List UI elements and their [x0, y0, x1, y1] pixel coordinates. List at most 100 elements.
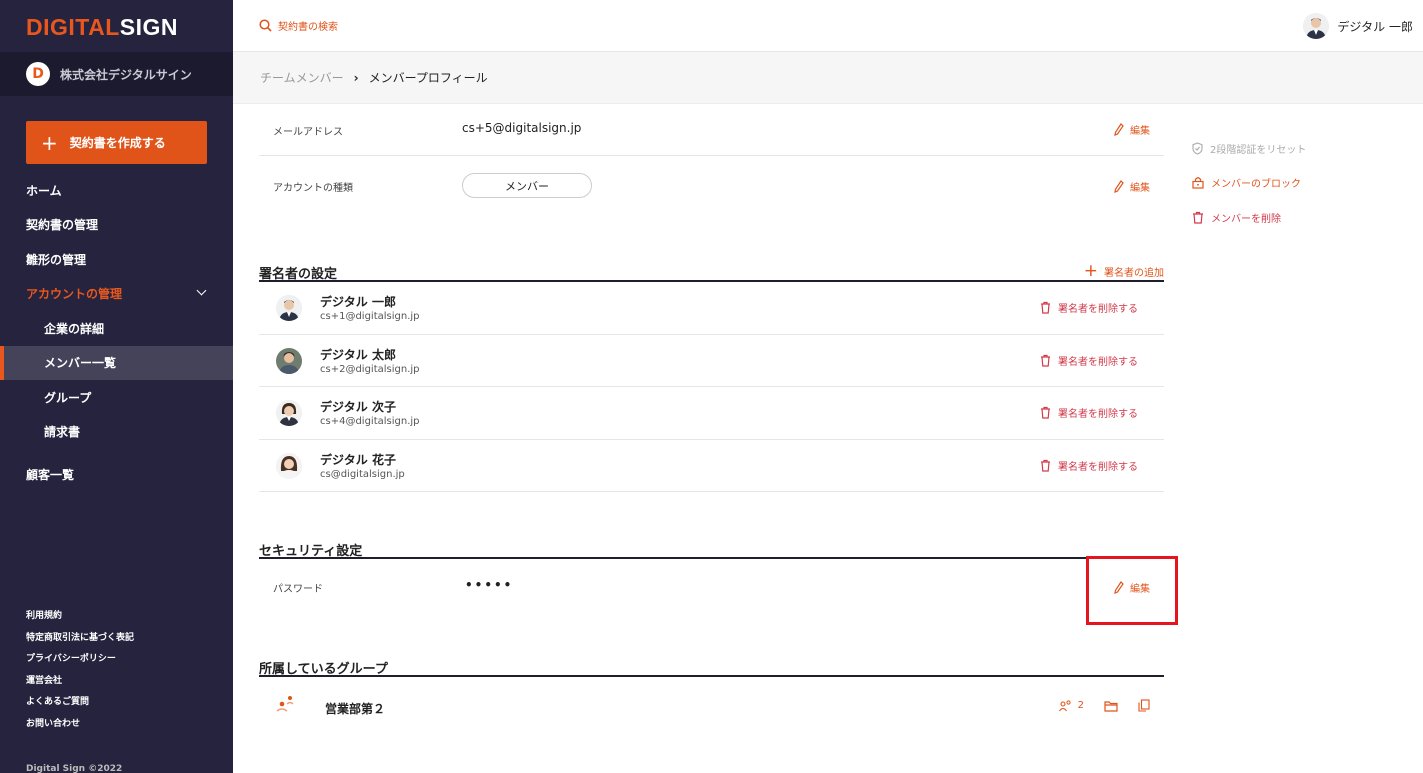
contract-search[interactable]: 契約書の検索: [259, 18, 338, 33]
search-label: 契約書の検索: [278, 22, 338, 33]
sidebar-item-account[interactable]: アカウントの管理: [0, 277, 233, 312]
sidebar-item-home[interactable]: ホーム: [0, 173, 233, 208]
app-logo[interactable]: DIGITALSIGN: [26, 14, 178, 41]
edit-account-type-button[interactable]: 編集: [1114, 179, 1150, 194]
folder-icon: [1104, 700, 1118, 712]
footer-link-faq[interactable]: よくあるご質問: [26, 694, 134, 716]
sidebar-item-members[interactable]: メンバー一覧: [0, 345, 233, 380]
lock-icon: [1192, 177, 1204, 189]
footer-link-commercial-law[interactable]: 特定商取引法に基づく表記: [26, 630, 134, 652]
pencil-icon: [1114, 180, 1124, 193]
create-contract-button[interactable]: + 契約書を作成する: [26, 121, 207, 164]
plus-icon: +: [1083, 261, 1098, 281]
remove-signer-label: 署名者を削除する: [1058, 304, 1138, 315]
group-members-button[interactable]: 2: [1058, 699, 1084, 712]
password-row: パスワード ••••• 編集: [259, 559, 1164, 615]
footer-links: 利用規約 特定商取引法に基づく表記 プライバシーポリシー 運営会社 よくあるご質…: [26, 608, 134, 737]
signer-name: デジタル 花子: [320, 452, 396, 467]
avatar: [276, 295, 302, 321]
sidebar-item-invoices[interactable]: 請求書: [0, 415, 233, 450]
user-menu[interactable]: デジタル 一郎: [1303, 13, 1413, 39]
trash-icon: [1041, 406, 1050, 419]
sidebar-item-company-details[interactable]: 企業の詳細: [0, 311, 233, 346]
user-avatar-icon: [1303, 13, 1330, 39]
signer-row: デジタル 次子 cs+4@digitalsign.jp 署名者を削除する: [259, 387, 1164, 440]
signer-name: デジタル 次子: [320, 400, 396, 414]
remove-signer-label: 署名者を削除する: [1058, 409, 1138, 420]
trash-icon: [1041, 354, 1050, 367]
sidebar-item-customers[interactable]: 顧客一覧: [0, 457, 233, 492]
email-row: メールアドレス cs+5@digitalsign.jp 編集: [259, 104, 1164, 155]
create-contract-label: 契約書を作成する: [69, 136, 166, 150]
delete-member-button[interactable]: メンバーを削除: [1192, 200, 1306, 235]
avatar: [1303, 13, 1330, 39]
breadcrumb-separator: ›: [353, 70, 359, 85]
group-copy-button[interactable]: [1138, 699, 1150, 712]
sidebar-item-label: メンバー一覧: [44, 356, 117, 371]
sidebar-item-label: アカウントの管理: [26, 287, 123, 302]
breadcrumb-parent[interactable]: チームメンバー: [260, 69, 344, 86]
signer-row: デジタル 花子 cs@digitalsign.jp 署名者を削除する: [259, 440, 1164, 492]
member-actions: 2段階認証をリセット メンバーのブロック メンバーを削除: [1192, 131, 1306, 235]
remove-signer-button[interactable]: 署名者を削除する: [1040, 300, 1138, 315]
sidebar: DIGITALSIGN D 株式会社デジタルサイン + 契約書を作成する ホーム…: [0, 0, 233, 773]
group-actions: 2: [1039, 699, 1150, 712]
signer-email: cs+2@digitalsign.jp: [320, 363, 420, 375]
footer-link-contact[interactable]: お問い合わせ: [26, 716, 134, 738]
remove-signer-button[interactable]: 署名者を削除する: [1040, 353, 1138, 368]
footer-link-company[interactable]: 運営会社: [26, 673, 134, 695]
avatar: [276, 452, 302, 479]
remove-signer-button[interactable]: 署名者を削除する: [1040, 458, 1138, 473]
sidebar-nav: ホーム 契約書の管理 雛形の管理 アカウントの管理 企業の詳細 メンバー一覧 グ…: [0, 173, 233, 492]
user-name: デジタル 一郎: [1337, 19, 1413, 34]
signer-email: cs+1@digitalsign.jp: [320, 311, 420, 322]
email-value: cs+5@digitalsign.jp: [462, 121, 582, 135]
breadcrumb-current: メンバープロフィール: [368, 71, 488, 85]
group-row[interactable]: 営業部第２ 2: [259, 677, 1164, 737]
avatar: [276, 347, 302, 374]
logo-part-1: DIGITAL: [26, 14, 120, 40]
signer-name: デジタル 太郎: [320, 347, 396, 362]
group-folder-button[interactable]: [1104, 700, 1118, 712]
users-icon: [1058, 699, 1071, 711]
trash-icon: [1041, 301, 1050, 314]
group-icon: [276, 696, 294, 712]
group-name: 営業部第２: [325, 702, 386, 716]
logo-part-2: SIGN: [119, 14, 179, 40]
add-signer-button[interactable]: + 署名者の追加: [1084, 263, 1164, 280]
footer-link-privacy[interactable]: プライバシーポリシー: [26, 651, 134, 673]
remove-signer-button[interactable]: 署名者を削除する: [1040, 405, 1138, 420]
password-label: パスワード: [273, 584, 323, 595]
reset-2fa-button[interactable]: 2段階認証をリセット: [1192, 131, 1306, 166]
company-logo-icon: D: [26, 62, 50, 86]
company-switcher[interactable]: D 株式会社デジタルサイン: [0, 52, 233, 96]
edit-email-button[interactable]: 編集: [1114, 122, 1150, 137]
edit-label: 編集: [1130, 126, 1150, 137]
sidebar-item-label: ホーム: [26, 183, 62, 198]
block-member-button[interactable]: メンバーのブロック: [1192, 166, 1306, 201]
chevron-down-icon: [196, 285, 207, 295]
reset-2fa-label: 2段階認証をリセット: [1210, 144, 1307, 156]
remove-signer-label: 署名者を削除する: [1058, 461, 1138, 473]
footer-link-terms[interactable]: 利用規約: [26, 608, 134, 630]
signer-avatar-icon: [276, 452, 302, 479]
signer-avatar-icon: [276, 347, 302, 374]
sidebar-item-templates[interactable]: 雛形の管理: [0, 242, 233, 277]
signer-email: cs@digitalsign.jp: [320, 468, 405, 480]
delete-member-label: メンバーを削除: [1211, 213, 1281, 225]
sidebar-item-label: 顧客一覧: [26, 467, 75, 482]
edit-label: 編集: [1130, 183, 1150, 194]
sidebar-item-label: 雛形の管理: [26, 252, 87, 267]
block-member-label: メンバーのブロック: [1211, 179, 1301, 191]
sidebar-item-label: 請求書: [44, 425, 81, 440]
sidebar-item-contracts[interactable]: 契約書の管理: [0, 208, 233, 243]
shield-icon: [1192, 142, 1203, 155]
signer-avatar-icon: [276, 400, 302, 426]
company-name: 株式会社デジタルサイン: [60, 67, 192, 82]
account-type-select[interactable]: メンバー: [462, 173, 592, 198]
sidebar-item-label: グループ: [44, 390, 92, 405]
group-member-count: 2: [1077, 700, 1084, 711]
breadcrumb: チームメンバー › メンバープロフィール: [233, 52, 1423, 104]
sidebar-item-groups[interactable]: グループ: [0, 380, 233, 415]
